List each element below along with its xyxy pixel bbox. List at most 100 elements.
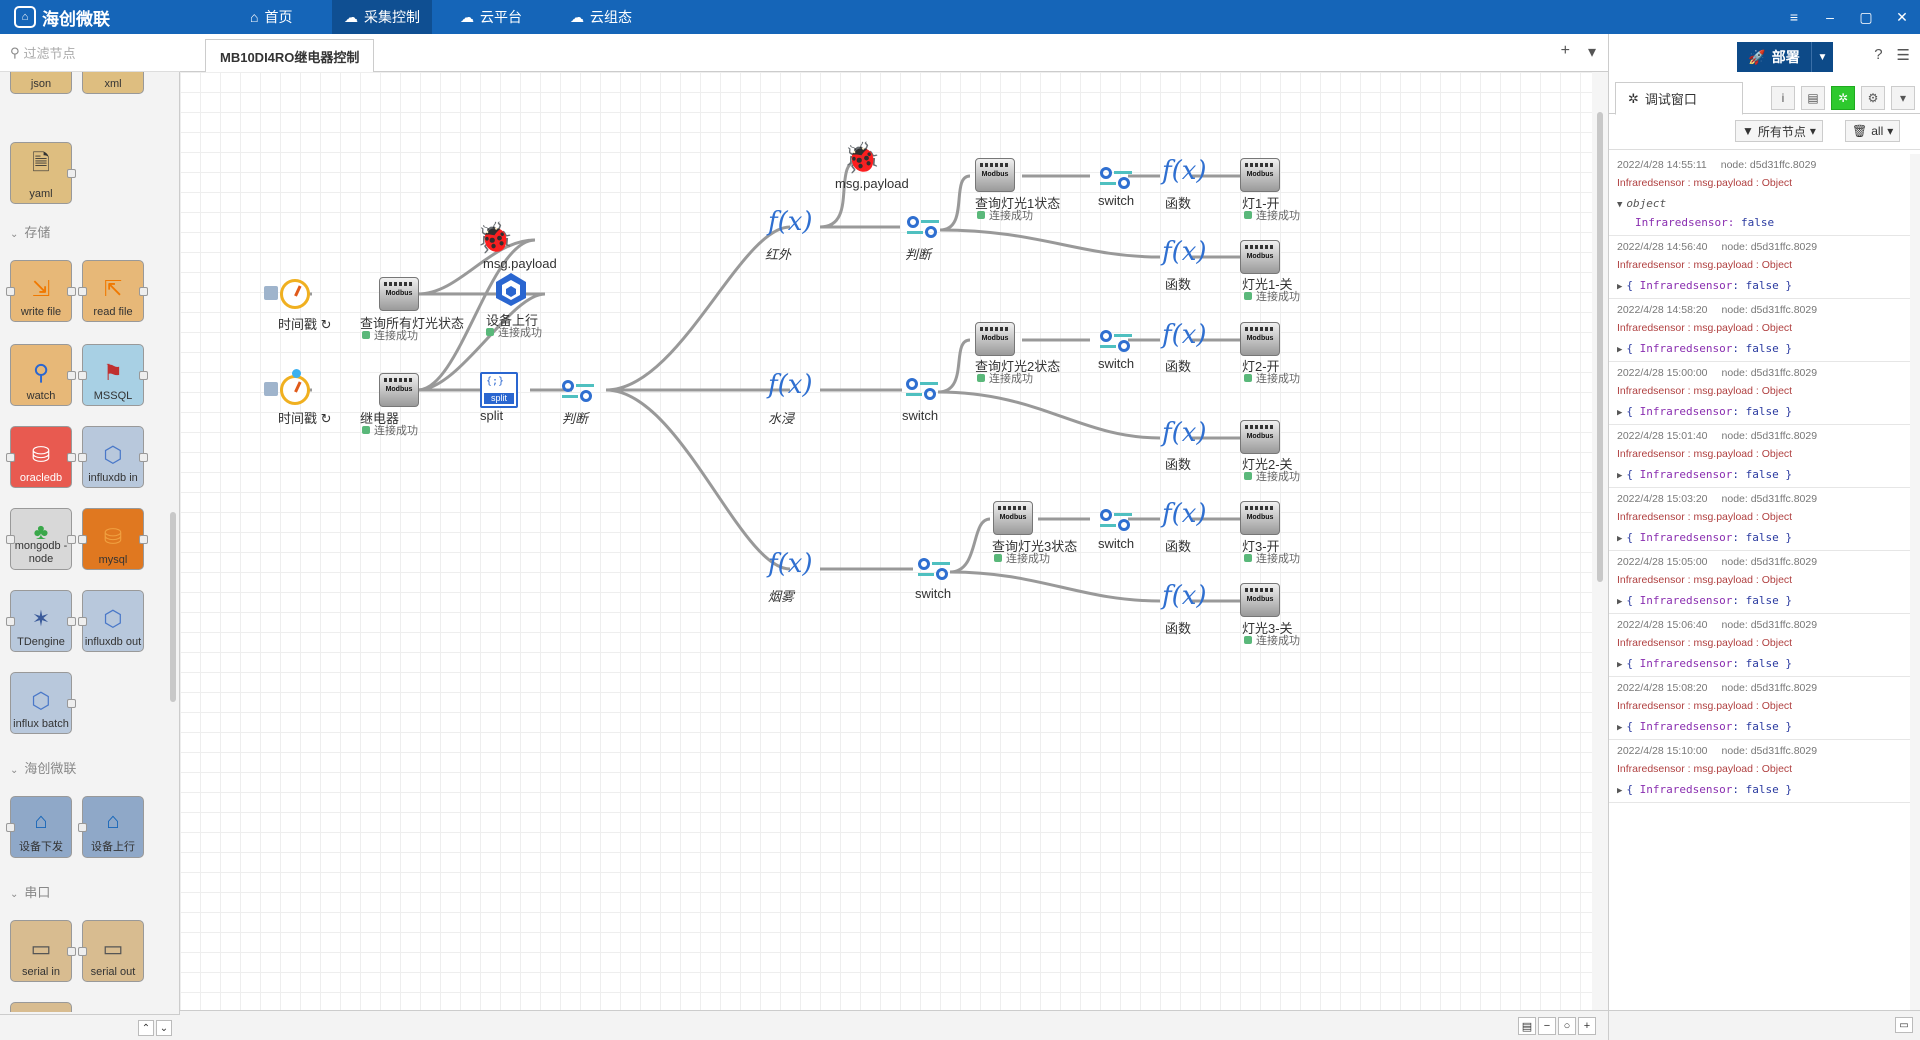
palette-node-serial-out[interactable]: ▭ serial out	[78, 920, 144, 982]
category-haichuang[interactable]: ⌄ 海创微联	[10, 758, 76, 777]
map-icon[interactable]: ▤	[1518, 1017, 1536, 1035]
filter-nodes-select[interactable]: ▼ 所有节点 ▾	[1735, 120, 1823, 142]
switch-node-icon[interactable]	[1100, 509, 1136, 533]
debug-message[interactable]: 2022/4/28 15:08:20 node: d5d31ffc.8029 In…	[1609, 677, 1911, 740]
modbus-node-relay[interactable]: Modbus	[379, 373, 419, 407]
modbus-node-query-all[interactable]: Modbus	[379, 277, 419, 311]
maximize-icon[interactable]: ▢	[1848, 0, 1884, 34]
input-port[interactable]	[78, 535, 87, 544]
palette-node-tdengine[interactable]: ✶ TDengine	[6, 590, 76, 652]
deploy-dropdown-icon[interactable]: ▼	[1811, 42, 1833, 72]
modbus-node-light-3-off[interactable]: Modbus	[1240, 583, 1280, 617]
debug-active-icon[interactable]: ✲	[1831, 86, 1855, 110]
output-port[interactable]	[67, 371, 76, 380]
collapsed-caret-icon[interactable]: ▶	[1617, 660, 1622, 670]
palette-node-read-file[interactable]: ⇱ read file	[78, 260, 148, 322]
debug-message[interactable]: 2022/4/28 15:01:40 node: d5d31ffc.8029 In…	[1609, 425, 1911, 488]
switch-node-icon[interactable]	[1100, 167, 1136, 191]
message-node[interactable]: node: d5d31ffc.8029	[1722, 367, 1818, 379]
zoom-out-icon[interactable]: −	[1538, 1017, 1556, 1035]
filter-all-select[interactable]: 🗑 all ▾	[1845, 120, 1901, 142]
palette-scrollbar[interactable]	[170, 512, 176, 702]
debug-bug-icon[interactable]: 🐞	[843, 142, 880, 176]
collapsed-caret-icon[interactable]: ▶	[1617, 534, 1622, 544]
modbus-node-query-1[interactable]: Modbus	[975, 158, 1015, 192]
input-port[interactable]	[6, 617, 15, 626]
switch-node-icon[interactable]	[918, 558, 954, 582]
timer-icon[interactable]	[280, 369, 310, 405]
gear-icon[interactable]: ⚙	[1861, 86, 1885, 110]
scroll-thumb[interactable]	[1597, 112, 1603, 582]
output-port[interactable]	[139, 535, 148, 544]
switch-node-icon[interactable]	[562, 380, 598, 404]
message-node[interactable]: node: d5d31ffc.8029	[1722, 304, 1818, 316]
function-fx-icon[interactable]: f(x)	[1162, 581, 1207, 611]
palette-node-mysql[interactable]: ⛁ mysql	[78, 508, 148, 570]
modbus-node-query-2[interactable]: Modbus	[975, 322, 1015, 356]
wire[interactable]	[937, 338, 971, 394]
debug-message[interactable]: 2022/4/28 15:03:20 node: d5d31ffc.8029 In…	[1609, 488, 1911, 551]
hamburger-menu-icon[interactable]: ☰	[1897, 46, 1910, 64]
debug-message[interactable]: 2022/4/28 14:56:40 node: d5d31ffc.8029 In…	[1609, 236, 1911, 299]
message-node[interactable]: node: d5d31ffc.8029	[1722, 556, 1818, 568]
output-port[interactable]	[139, 287, 148, 296]
palette-node-serial-in[interactable]: ▭ serial in	[10, 920, 76, 982]
modbus-node-light-1-off[interactable]: Modbus	[1240, 240, 1280, 274]
collapse-up-icon[interactable]: ⌃	[138, 1020, 154, 1036]
palette-node-oracledb[interactable]: ⛁ oracledb	[6, 426, 76, 488]
zoom-reset-icon[interactable]: ○	[1558, 1017, 1576, 1035]
flow-tab[interactable]: MB10DI4RO继电器控制	[205, 39, 375, 73]
output-port[interactable]	[67, 453, 76, 462]
modbus-node-light-2-on[interactable]: Modbus	[1240, 322, 1280, 356]
wire[interactable]	[937, 390, 1161, 440]
palette-node-serial-request[interactable]: ▭	[10, 1002, 72, 1012]
switch-node-icon[interactable]	[1100, 330, 1136, 354]
input-port[interactable]	[6, 287, 15, 296]
collapsed-caret-icon[interactable]: ▶	[1617, 786, 1622, 796]
category-storage[interactable]: ⌄ 存储	[10, 222, 50, 241]
function-fx-icon[interactable]: f(x)	[768, 549, 813, 579]
canvas-vertical-scrollbar[interactable]	[1592, 72, 1608, 1010]
nav-home[interactable]: ⌂ 首页	[238, 0, 304, 34]
palette-node-xml[interactable]: xml	[82, 72, 144, 94]
message-node[interactable]: node: d5d31ffc.8029	[1722, 682, 1818, 694]
palette-node-device-up[interactable]: ⌂ 设备上行	[78, 796, 144, 858]
expanded-caret-icon[interactable]: ▼	[1617, 200, 1622, 210]
switch-node-icon[interactable]	[907, 216, 943, 240]
wire[interactable]	[605, 388, 791, 571]
message-node[interactable]: node: d5d31ffc.8029	[1722, 745, 1818, 757]
palette-node-device-down[interactable]: ⌂ 设备下发	[6, 796, 72, 858]
modbus-node-light-2-off[interactable]: Modbus	[1240, 420, 1280, 454]
collapsed-caret-icon[interactable]: ▶	[1617, 282, 1622, 292]
nav-cloud-config[interactable]: ☁ 云组态	[558, 0, 644, 34]
brand[interactable]: ⌂ 海创微联	[14, 0, 110, 34]
palette-node-mssql[interactable]: ⚑ MSSQL	[78, 344, 148, 406]
wire[interactable]	[939, 228, 1161, 259]
haichuang-logo-icon[interactable]	[492, 270, 530, 308]
function-fx-icon[interactable]: f(x)	[1162, 499, 1207, 529]
output-port[interactable]	[67, 287, 76, 296]
flow-canvas[interactable]: 时间戳 ↻ 时间戳 ↻ Modbus 查询所有灯光状态 连接成功 Modbus …	[180, 72, 1592, 1010]
monitor-icon[interactable]: ▭	[1895, 1017, 1913, 1033]
flow-list-dropdown-icon[interactable]: ▾	[1588, 42, 1596, 62]
palette-node-json[interactable]: json	[10, 72, 72, 94]
output-port[interactable]	[67, 169, 76, 178]
sidebar-scrollbar[interactable]	[1910, 154, 1920, 1010]
input-port[interactable]	[6, 535, 15, 544]
wire[interactable]	[949, 570, 1161, 603]
timer-icon[interactable]	[280, 279, 310, 309]
split-node[interactable]: {;} split	[480, 372, 518, 408]
nav-cloud-platform[interactable]: ☁ 云平台	[448, 0, 534, 34]
switch-node-icon[interactable]	[906, 378, 942, 402]
input-port[interactable]	[78, 371, 87, 380]
collapse-down-icon[interactable]: ⌄	[156, 1020, 172, 1036]
input-port[interactable]	[78, 617, 87, 626]
deploy-button[interactable]: 🚀 部署 ▼	[1737, 42, 1833, 72]
palette-node-yaml[interactable]: 🗎 yaml	[10, 142, 76, 204]
input-port[interactable]	[6, 823, 15, 832]
message-node[interactable]: node: d5d31ffc.8029	[1721, 159, 1817, 171]
palette-node-watch[interactable]: ⚲ watch	[10, 344, 76, 406]
debug-message[interactable]: 2022/4/28 14:58:20 node: d5d31ffc.8029 In…	[1609, 299, 1911, 362]
debug-message[interactable]: 2022/4/28 15:05:00 node: d5d31ffc.8029 In…	[1609, 551, 1911, 614]
zoom-in-icon[interactable]: +	[1578, 1017, 1596, 1035]
